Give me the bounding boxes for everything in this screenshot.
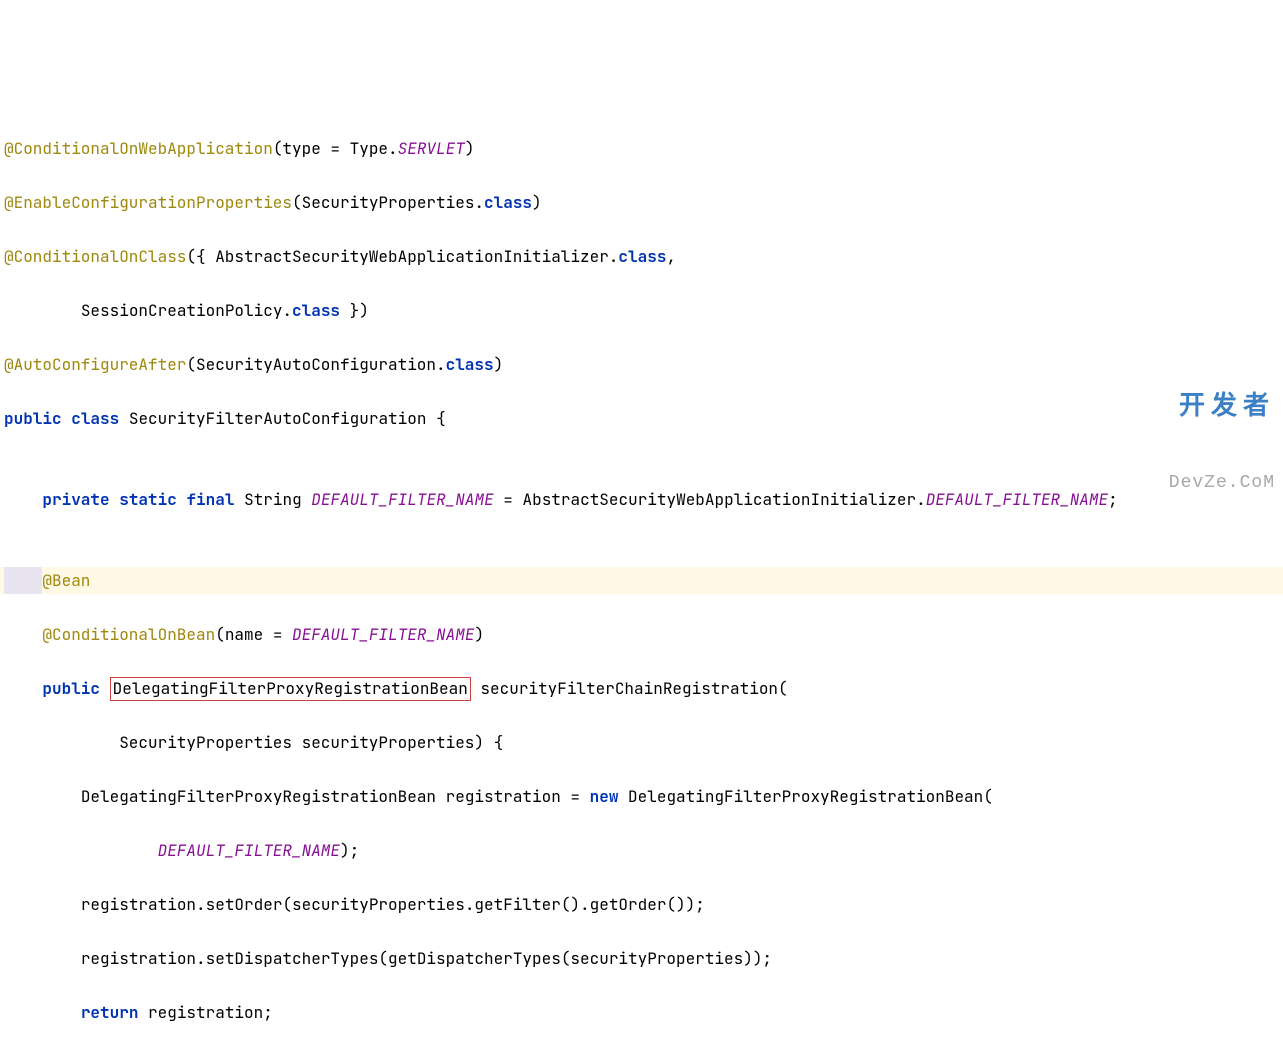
- code-line: @EnableConfigurationProperties(SecurityP…: [0, 189, 1283, 216]
- highlighted-type-box: DelegatingFilterProxyRegistrationBean: [110, 677, 471, 701]
- code-line: SecurityProperties securityProperties) {: [0, 729, 1283, 756]
- code-line: public DelegatingFilterProxyRegistration…: [0, 675, 1283, 702]
- code-line: @ConditionalOnWebApplication(type = Type…: [0, 135, 1283, 162]
- code-line: @ConditionalOnBean(name = DEFAULT_FILTER…: [0, 621, 1283, 648]
- code-line: DelegatingFilterProxyRegistrationBean re…: [0, 783, 1283, 810]
- code-line-highlighted: @Bean: [0, 567, 1283, 594]
- code-line: @AutoConfigureAfter(SecurityAutoConfigur…: [0, 351, 1283, 378]
- code-line: return registration;: [0, 999, 1283, 1026]
- code-line: registration.setOrder(securityProperties…: [0, 891, 1283, 918]
- annotation: @ConditionalOnWebApplication: [4, 138, 273, 159]
- annotation: @ConditionalOnBean: [42, 624, 215, 645]
- annotation: @ConditionalOnClass: [4, 246, 186, 267]
- annotation: @AutoConfigureAfter: [4, 354, 186, 375]
- code-line: SessionCreationPolicy.class }): [0, 297, 1283, 324]
- code-line: private static final String DEFAULT_FILT…: [0, 486, 1283, 513]
- annotation-bean: @Bean: [42, 570, 90, 591]
- code-editor[interactable]: @ConditionalOnWebApplication(type = Type…: [0, 108, 1283, 1046]
- code-line: DEFAULT_FILTER_NAME);: [0, 837, 1283, 864]
- annotation: @EnableConfigurationProperties: [4, 192, 292, 213]
- code-line: public class SecurityFilterAutoConfigura…: [0, 405, 1283, 432]
- code-line: @ConditionalOnClass({ AbstractSecurityWe…: [0, 243, 1283, 270]
- code-line: registration.setDispatcherTypes(getDispa…: [0, 945, 1283, 972]
